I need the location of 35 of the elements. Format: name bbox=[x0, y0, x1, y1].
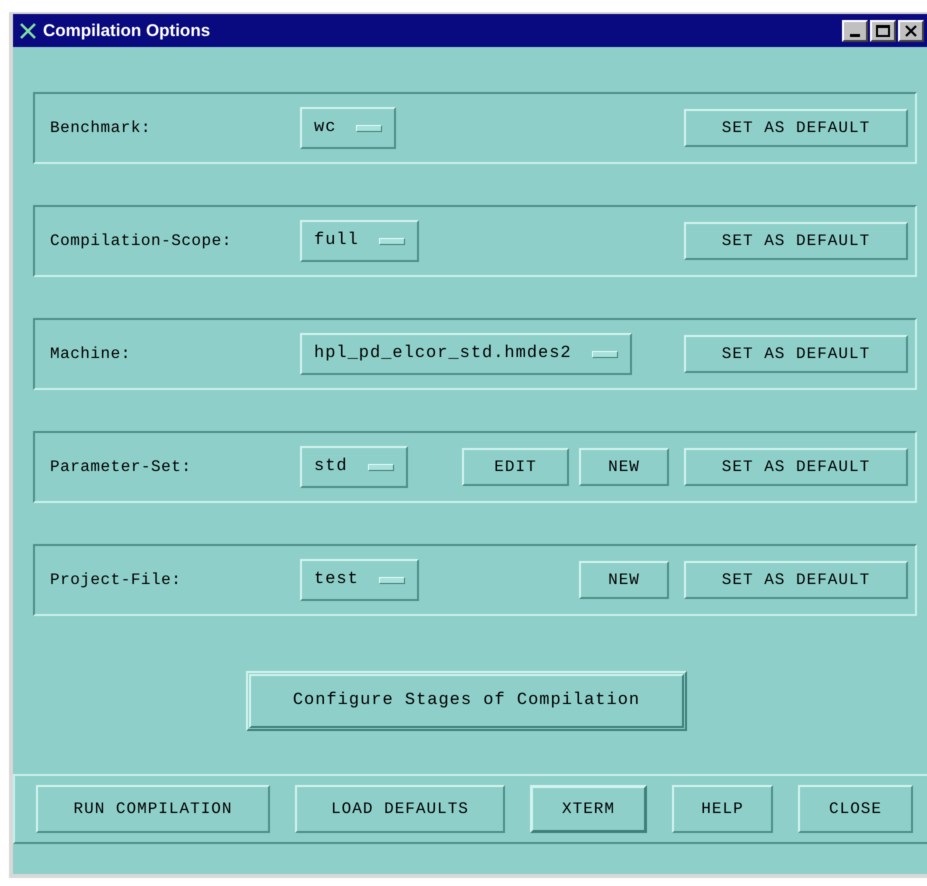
maximize-button[interactable] bbox=[870, 20, 896, 42]
menu-indicator-icon bbox=[592, 350, 618, 358]
menu-indicator-icon bbox=[378, 576, 405, 584]
close-icon bbox=[905, 24, 917, 36]
new-button[interactable]: NEW bbox=[579, 448, 669, 486]
configure-stages-button[interactable]: Configure Stages of Compilation bbox=[246, 671, 687, 731]
footer-button[interactable]: HELP bbox=[672, 785, 773, 833]
option-menu[interactable]: full bbox=[300, 220, 419, 262]
window-title: Compilation Options bbox=[43, 20, 212, 42]
option-label: Machine: bbox=[50, 344, 132, 365]
set-default-button[interactable]: SET AS DEFAULT bbox=[684, 448, 908, 486]
option-menu[interactable]: std bbox=[300, 446, 408, 488]
x-logo-icon bbox=[19, 22, 37, 40]
new-button[interactable]: NEW bbox=[579, 561, 669, 599]
set-default-button[interactable]: SET AS DEFAULT bbox=[684, 561, 908, 599]
minimize-button[interactable] bbox=[842, 20, 868, 42]
option-label: Project-File: bbox=[50, 570, 182, 591]
option-menu[interactable]: wc bbox=[300, 107, 396, 149]
option-label: Compilation-Scope: bbox=[50, 231, 233, 252]
set-default-button[interactable]: SET AS DEFAULT bbox=[684, 222, 908, 260]
option-menu[interactable]: test bbox=[300, 559, 419, 601]
option-label: Benchmark: bbox=[50, 118, 152, 139]
option-label: Parameter-Set: bbox=[50, 457, 192, 478]
option-menu[interactable]: hpl_pd_elcor_std.hmdes2 bbox=[300, 333, 632, 375]
menu-indicator-icon bbox=[378, 238, 405, 244]
edit-button[interactable]: EDIT bbox=[462, 448, 569, 486]
close-button[interactable] bbox=[898, 20, 924, 42]
footer-button[interactable]: RUN COMPILATION bbox=[36, 785, 270, 833]
footer-button[interactable]: LOAD DEFAULTS bbox=[295, 785, 505, 833]
menu-indicator-icon bbox=[368, 464, 394, 470]
menu-indicator-icon bbox=[356, 124, 382, 132]
set-default-button[interactable]: SET AS DEFAULT bbox=[684, 335, 908, 373]
footer-button[interactable]: XTERM bbox=[530, 785, 647, 833]
set-default-button[interactable]: SET AS DEFAULT bbox=[684, 109, 908, 147]
footer-button[interactable]: CLOSE bbox=[798, 785, 913, 833]
